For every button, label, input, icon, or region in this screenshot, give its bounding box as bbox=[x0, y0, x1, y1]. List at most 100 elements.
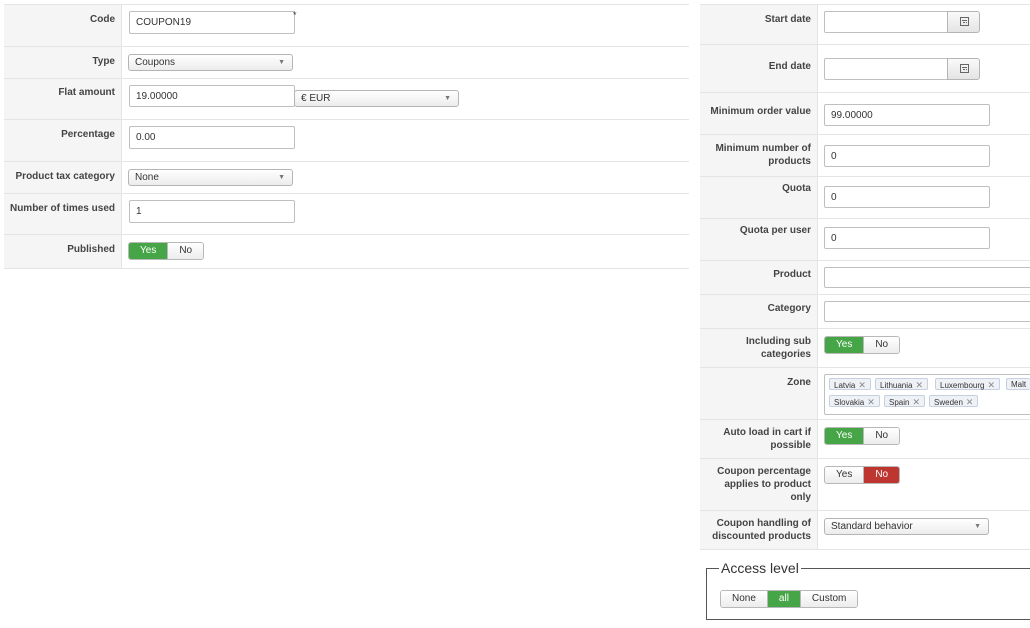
zone-tag: Lithuania ✕ bbox=[875, 378, 929, 390]
flat-amount-input[interactable] bbox=[129, 85, 295, 107]
category-label: Category bbox=[700, 295, 818, 328]
zone-tag-label: Sweden bbox=[934, 398, 963, 407]
row-product-tax-category: Product tax category None ▼ bbox=[4, 162, 689, 194]
published-label: Published bbox=[4, 235, 122, 268]
end-date-input[interactable] bbox=[824, 58, 948, 80]
product-tax-category-select[interactable]: None ▼ bbox=[128, 169, 293, 186]
zone-tag: Malt bbox=[1006, 378, 1030, 390]
row-category: Category bbox=[700, 295, 1030, 329]
start-date-label: Start date bbox=[700, 5, 818, 44]
zone-tag-label: Malt bbox=[1011, 380, 1027, 389]
chevron-down-icon: ▼ bbox=[278, 174, 285, 181]
type-label: Type bbox=[4, 47, 122, 78]
product-tax-category-value: None bbox=[135, 172, 159, 183]
row-auto-load: Auto load in cart if possible Yes No bbox=[700, 420, 1030, 459]
start-date-calendar-button[interactable] bbox=[947, 11, 980, 33]
row-zone: Zone Latvia ✕ Lithuania ✕ Luxembourg ✕ Malt… bbox=[700, 368, 1030, 420]
auto-load-toggle: Yes No bbox=[824, 427, 901, 445]
zone-tag-label: Luxembourg bbox=[940, 381, 985, 390]
auto-load-yes-button[interactable]: Yes bbox=[825, 428, 864, 444]
coupon-handling-label: Coupon handling of discounted products bbox=[700, 511, 818, 549]
row-min-order: Minimum order value bbox=[700, 93, 1030, 135]
zone-tag: Slovakia ✕ bbox=[829, 395, 880, 407]
chevron-down-icon: ▼ bbox=[974, 523, 981, 530]
min-order-input[interactable] bbox=[824, 104, 990, 126]
coupon-percentage-label: Coupon percentage applies to product onl… bbox=[700, 459, 818, 510]
min-products-input[interactable] bbox=[824, 145, 990, 167]
product-label: Product bbox=[700, 261, 818, 294]
access-level-fieldset: Access level None all Custom bbox=[706, 561, 1030, 620]
min-order-label: Minimum order value bbox=[700, 93, 818, 134]
end-date-calendar-button[interactable] bbox=[947, 58, 980, 80]
auto-load-no-button[interactable]: No bbox=[863, 428, 900, 444]
left-form-panel: Code * Type Coupons ▼ Flat amount € EUR … bbox=[4, 0, 689, 269]
sub-categories-no-button[interactable]: No bbox=[863, 337, 900, 353]
code-label: Code bbox=[4, 5, 122, 46]
quota-label: Quota bbox=[700, 177, 818, 218]
zone-tag-label: Spain bbox=[889, 398, 910, 407]
row-sub-categories: Including sub categories Yes No bbox=[700, 329, 1030, 368]
access-level-all-button[interactable]: all bbox=[766, 591, 800, 607]
coupon-percentage-yes-button[interactable]: Yes bbox=[825, 467, 864, 483]
zone-tag-label: Latvia bbox=[834, 381, 856, 390]
access-level-none-button[interactable]: None bbox=[721, 591, 767, 607]
row-quota-per-user: Quota per user bbox=[700, 219, 1030, 261]
close-icon[interactable]: ✕ bbox=[858, 380, 866, 390]
required-mark: * bbox=[293, 10, 297, 20]
close-icon[interactable]: ✕ bbox=[867, 397, 875, 407]
row-published: Published Yes No bbox=[4, 235, 689, 269]
row-coupon-handling: Coupon handling of discounted products S… bbox=[700, 511, 1030, 550]
coupon-percentage-toggle: Yes No bbox=[824, 466, 901, 484]
zone-tag-label: Lithuania bbox=[880, 381, 913, 390]
calendar-icon bbox=[960, 17, 969, 26]
product-tax-category-label: Product tax category bbox=[4, 162, 122, 193]
times-used-label: Number of times used bbox=[4, 194, 122, 234]
published-no-button[interactable]: No bbox=[167, 243, 204, 259]
currency-select-value: € EUR bbox=[301, 93, 331, 104]
type-select-value: Coupons bbox=[135, 57, 176, 68]
flat-amount-label: Flat amount bbox=[4, 79, 122, 119]
start-date-input[interactable] bbox=[824, 11, 948, 33]
row-percentage: Percentage bbox=[4, 120, 689, 162]
type-select[interactable]: Coupons ▼ bbox=[128, 54, 293, 71]
currency-select[interactable]: € EUR ▼ bbox=[294, 90, 459, 107]
row-product: Product bbox=[700, 261, 1030, 295]
quota-per-user-label: Quota per user bbox=[700, 219, 818, 260]
code-input[interactable] bbox=[129, 11, 295, 34]
coupon-handling-select[interactable]: Standard behavior ▼ bbox=[824, 518, 989, 535]
zone-tag: Latvia ✕ bbox=[829, 378, 871, 390]
access-level-toggle: None all Custom bbox=[720, 590, 859, 608]
category-input[interactable] bbox=[824, 301, 1030, 322]
zone-label: Zone bbox=[700, 368, 818, 419]
quota-per-user-input[interactable] bbox=[824, 227, 990, 249]
right-form-panel: Start date End date Minimum order value … bbox=[700, 0, 1030, 550]
zone-tag: Sweden ✕ bbox=[929, 395, 979, 407]
zone-tag-label: Slovakia bbox=[834, 398, 865, 407]
row-code: Code * bbox=[4, 5, 689, 47]
row-flat-amount: Flat amount € EUR ▼ bbox=[4, 79, 689, 120]
chevron-down-icon: ▼ bbox=[444, 95, 451, 102]
access-level-custom-button[interactable]: Custom bbox=[799, 591, 858, 607]
auto-load-label: Auto load in cart if possible bbox=[700, 420, 818, 458]
close-icon[interactable]: ✕ bbox=[987, 380, 995, 390]
zone-tag: Luxembourg ✕ bbox=[935, 378, 1001, 390]
times-used-input[interactable] bbox=[129, 200, 295, 223]
sub-categories-yes-button[interactable]: Yes bbox=[825, 337, 864, 353]
min-products-label: Minimum number of products bbox=[700, 135, 818, 176]
quota-input[interactable] bbox=[824, 186, 990, 208]
row-type: Type Coupons ▼ bbox=[4, 47, 689, 79]
close-icon[interactable]: ✕ bbox=[966, 397, 974, 407]
row-quota: Quota bbox=[700, 177, 1030, 219]
row-start-date: Start date bbox=[700, 5, 1030, 45]
coupon-percentage-no-button[interactable]: No bbox=[863, 467, 900, 483]
row-times-used: Number of times used bbox=[4, 194, 689, 235]
close-icon[interactable]: ✕ bbox=[912, 397, 920, 407]
published-yes-button[interactable]: Yes bbox=[129, 243, 168, 259]
zone-tag-input[interactable]: Latvia ✕ Lithuania ✕ Luxembourg ✕ Malt Slov… bbox=[824, 374, 1030, 415]
end-date-label: End date bbox=[700, 45, 818, 92]
close-icon[interactable]: ✕ bbox=[915, 380, 923, 390]
row-coupon-percentage: Coupon percentage applies to product onl… bbox=[700, 459, 1030, 511]
percentage-input[interactable] bbox=[129, 126, 295, 149]
product-input[interactable] bbox=[824, 267, 1030, 288]
sub-categories-toggle: Yes No bbox=[824, 336, 901, 354]
